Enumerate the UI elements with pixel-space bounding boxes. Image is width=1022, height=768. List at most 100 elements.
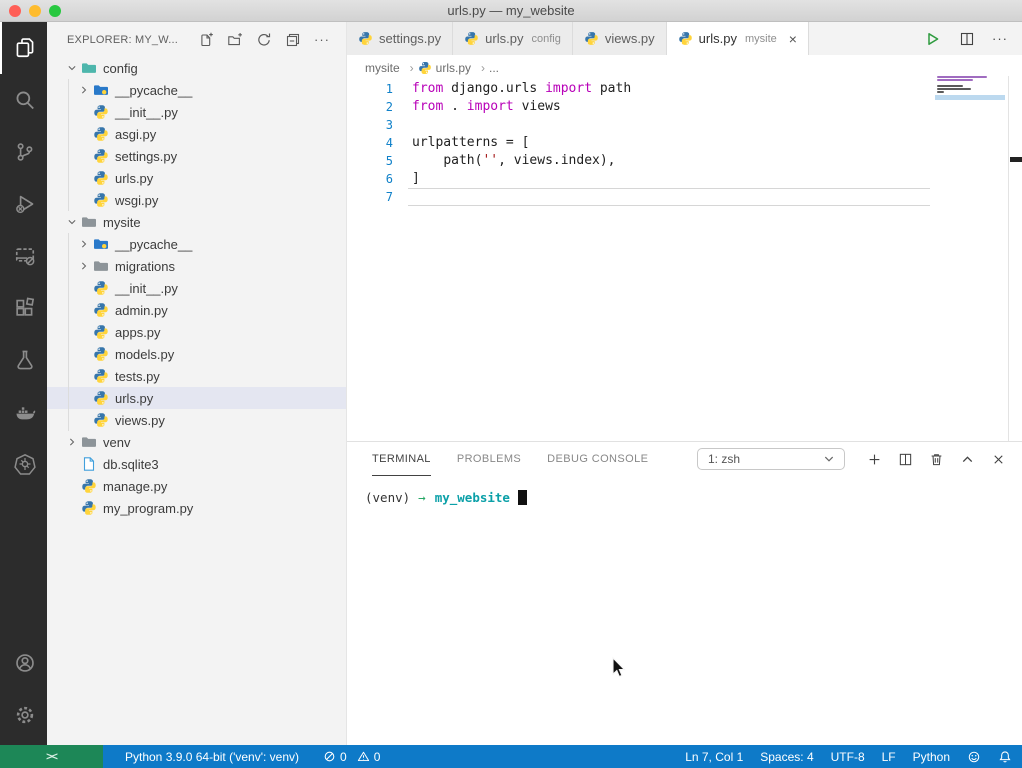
activity-item-docker[interactable] [0,386,47,438]
status-eol[interactable]: LF [882,750,896,764]
chevron-right-icon[interactable] [76,82,92,98]
status-notifications[interactable] [998,750,1012,764]
python-icon [358,31,373,46]
python-icon [93,104,109,120]
collapse-folders-button[interactable] [283,30,303,50]
status-language-mode[interactable]: Python [913,750,950,764]
tree-item-label: models.py [115,346,175,362]
breadcrumb-item-[interactable]: ... [489,61,499,75]
tab-views-py[interactable]: views.py [572,22,667,55]
tree-item-manage-py[interactable]: manage.py [47,475,346,497]
panel-tab-problems[interactable]: PROBLEMS [457,442,521,476]
activity-item-account[interactable] [0,637,47,689]
new-terminal-button[interactable] [867,452,882,467]
tree-item-init-py[interactable]: __init__.py [47,101,346,123]
tree-item-migrations[interactable]: migrations [47,255,346,277]
tree-item-urls-py[interactable]: urls.py [47,167,346,189]
activity-item-remote-explorer[interactable] [0,230,47,282]
tree-item-admin-py[interactable]: admin.py [47,299,346,321]
activity-item-kubernetes[interactable] [0,438,47,490]
code-line-4: urlpatterns = [ [412,134,932,152]
terminal-shell-select[interactable]: 1: zsh [697,448,845,470]
run-debug-icon [14,193,36,215]
close-tab-icon[interactable]: × [789,31,797,47]
tree-item-label: __pycache__ [115,82,193,98]
activity-item-run-debug[interactable] [0,178,47,230]
more-actions-button[interactable]: ··· [312,30,332,50]
scrollbar-thumb[interactable] [1010,157,1022,162]
chevron-down-icon[interactable] [64,214,80,230]
activity-item-extensions[interactable] [0,282,47,334]
split-terminal-button[interactable] [898,452,913,467]
new-file-button[interactable] [196,30,216,50]
status-encoding[interactable]: UTF-8 [831,750,865,764]
more-editor-actions[interactable]: ··· [992,31,1008,46]
zoom-window-button[interactable] [49,5,61,17]
tree-item-settings-py[interactable]: settings.py [47,145,346,167]
panel-tab-debug-console[interactable]: DEBUG CONSOLE [547,442,648,476]
refresh-explorer-button[interactable] [254,30,274,50]
tree-item-init-py[interactable]: __init__.py [47,277,346,299]
status-feedback[interactable] [967,750,981,764]
activity-item-source-control[interactable] [0,126,47,178]
split-editor-button[interactable] [957,29,977,49]
minimize-window-button[interactable] [29,5,41,17]
testing-icon [14,349,36,371]
close-window-button[interactable] [9,5,21,17]
code-line-6: ] [412,170,932,188]
tree-item-views-py[interactable]: views.py [47,409,346,431]
kill-terminal-button[interactable] [929,452,944,467]
chevron-down-icon[interactable] [64,60,80,76]
tree-item-tests-py[interactable]: tests.py [47,365,346,387]
minimap-line [937,79,973,81]
python-interpreter[interactable]: Python 3.9.0 64-bit ('venv': venv) [125,750,299,764]
minimap-current-line [935,95,1005,100]
terminal-output[interactable]: (venv) → my_website [347,476,1022,505]
panel-tab-terminal[interactable]: TERMINAL [372,442,431,476]
tree-item-apps-py[interactable]: apps.py [47,321,346,343]
docker-icon [14,401,36,423]
tree-item-label: asgi.py [115,126,157,142]
status-left: Python 3.9.0 64-bit ('venv': venv) 0 0 [125,750,380,764]
tab-label: urls.py [698,31,737,46]
maximize-panel-button[interactable] [960,452,975,467]
tree-item-my-program-py[interactable]: my_program.py [47,497,346,519]
breadcrumb-item-mysite[interactable]: mysite [365,61,414,75]
tree-item-wsgi-py[interactable]: wsgi.py [47,189,346,211]
activity-item-search[interactable] [0,74,47,126]
chevron-right-icon[interactable] [64,434,80,450]
window-controls [9,5,61,17]
chevron-right-icon[interactable] [76,236,92,252]
activity-item-testing[interactable] [0,334,47,386]
tree-item-mysite[interactable]: mysite [47,211,346,233]
problems-summary[interactable]: 0 0 [317,750,380,764]
file-tree: config __pycache__ __init__.py asgi.py setti… [47,57,346,745]
minimap[interactable] [935,76,1008,441]
close-panel-button[interactable] [991,452,1006,467]
chevron-right-icon[interactable] [76,258,92,274]
status-cursor-position[interactable]: Ln 7, Col 1 [685,750,743,764]
tree-item-db-sqlite3[interactable]: db.sqlite3 [47,453,346,475]
tab-settings-py[interactable]: settings.py [347,22,454,55]
tab-urls-py-config[interactable]: urls.py config [453,22,573,55]
breadcrumb-item-urls-py[interactable]: urls.py [418,61,485,75]
tree-item-config[interactable]: config [47,57,346,79]
tree-item-models-py[interactable]: models.py [47,343,346,365]
tab-urls-py-mysite[interactable]: urls.py mysite × [666,22,809,55]
tree-item-pycache[interactable]: __pycache__ [47,233,346,255]
tree-item-asgi-py[interactable]: asgi.py [47,123,346,145]
activity-item-explorer[interactable] [0,22,47,74]
activity-item-settings[interactable] [0,689,47,741]
run-python-file-button[interactable] [922,29,942,49]
new-file-icon [198,32,214,48]
remote-indicator[interactable]: >< [0,745,103,768]
code-editor[interactable]: 1234567 from django.urls import path from… [347,76,1022,441]
errors-icon [323,750,336,763]
tree-item-venv[interactable]: venv [47,431,346,453]
tree-item-pycache[interactable]: __pycache__ [47,79,346,101]
new-folder-button[interactable] [225,30,245,50]
tree-item-urls-py[interactable]: urls.py [47,387,346,409]
status-indentation[interactable]: Spaces: 4 [760,750,813,764]
